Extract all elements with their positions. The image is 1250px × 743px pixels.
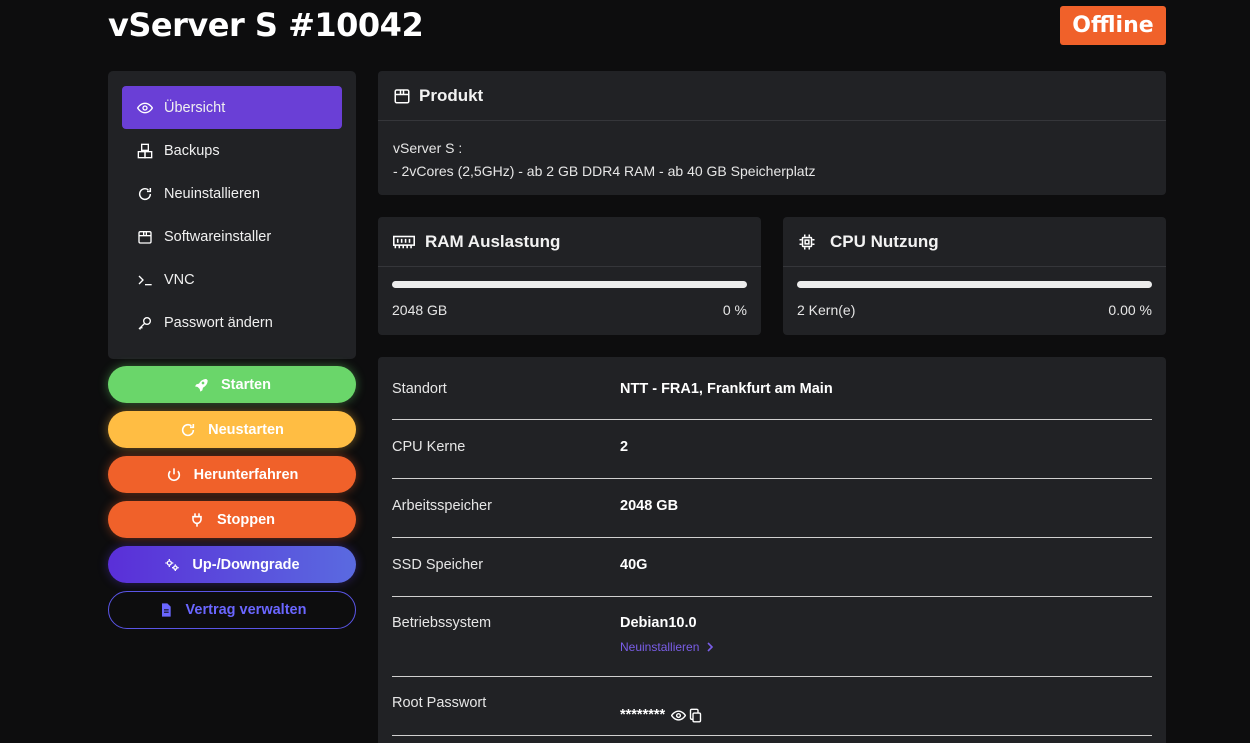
copy-icon[interactable]: [688, 708, 703, 723]
os-reinstall-link[interactable]: Neuinstallieren: [620, 640, 715, 654]
file-icon: [158, 602, 174, 618]
sidebar-item-label: VNC: [164, 271, 195, 288]
cpu-percent: 0.00 %: [1108, 302, 1152, 318]
product-title: Produkt: [419, 85, 484, 105]
sidebar-item-label: Backups: [164, 142, 220, 159]
power-icon: [166, 467, 182, 483]
status-badge: Offline: [1060, 6, 1166, 45]
restart-button[interactable]: Neustarten: [108, 411, 356, 448]
ram-card-header: RAM Auslastung: [378, 217, 761, 267]
ram-progress-bar: [392, 281, 747, 288]
start-button[interactable]: Starten: [108, 366, 356, 403]
chevron-right-icon: [707, 642, 714, 652]
sidebar-item-software[interactable]: Softwareinstaller: [122, 215, 342, 258]
product-card: Produkt vServer S : - 2vCores (2,5GHz) -…: [378, 71, 1166, 195]
shutdown-button[interactable]: Herunterfahren: [108, 456, 356, 493]
eye-icon: [136, 99, 154, 117]
location-label: Standort: [392, 381, 447, 397]
box-icon: [136, 228, 154, 246]
memory-label: Arbeitsspeicher: [392, 498, 492, 514]
table-row: Arbeitsspeicher 2048 GB: [392, 479, 1152, 538]
sidebar-item-overview[interactable]: Übersicht: [122, 86, 342, 129]
ram-title: RAM Auslastung: [425, 231, 561, 251]
root-password-label: Root Passwort: [392, 695, 487, 711]
memory-icon: [393, 232, 419, 252]
refresh-icon: [136, 185, 154, 203]
ssd-value: 40G: [620, 557, 648, 573]
cpu-card: CPU Nutzung 2 Kern(e) 0.00 %: [783, 217, 1166, 335]
cpu-card-header: CPU Nutzung: [783, 217, 1166, 267]
ssd-label: SSD Speicher: [392, 557, 484, 573]
box-icon: [393, 86, 413, 106]
refresh-icon: [180, 422, 196, 438]
cpu-cores: 2 Kern(e): [797, 302, 856, 318]
terminal-icon: [136, 271, 154, 289]
server-info-table: Standort NTT - FRA1, Frankfurt am Main C…: [378, 357, 1166, 743]
cpu-cores-value: 2: [620, 439, 629, 455]
os-value: Debian10.0: [620, 615, 697, 631]
os-label: Betriebssystem: [392, 615, 492, 631]
sidebar-item-reinstall[interactable]: Neuinstallieren: [122, 172, 342, 215]
root-password-value: ********: [620, 707, 666, 723]
cpu-progress-bar: [797, 281, 1152, 288]
cpu-icon: [798, 232, 824, 252]
server-actions: Starten Neustarten Herunterfahren Stoppe…: [108, 366, 356, 637]
upgrade-button[interactable]: Up-/Downgrade: [108, 546, 356, 583]
product-name: vServer S :: [393, 140, 463, 156]
sidebar-item-vnc[interactable]: VNC: [122, 258, 342, 301]
plug-icon: [189, 512, 205, 528]
ram-card: RAM Auslastung 2048 GB 0 %: [378, 217, 761, 335]
gears-icon: [164, 557, 180, 573]
boxes-icon: [136, 142, 154, 160]
sidebar-item-label: Neuinstallieren: [164, 185, 260, 202]
table-row: Root Passwort ********: [392, 677, 1152, 736]
cpu-title: CPU Nutzung: [830, 231, 939, 251]
memory-value: 2048 GB: [620, 498, 679, 514]
sidebar-item-backups[interactable]: Backups: [122, 129, 342, 172]
cpu-cores-label: CPU Kerne: [392, 439, 466, 455]
table-row: CPU Kerne 2: [392, 420, 1152, 479]
sidebar-item-password[interactable]: Passwort ändern: [122, 301, 342, 344]
key-icon: [136, 314, 154, 332]
product-specs: - 2vCores (2,5GHz) - ab 2 GB DDR4 RAM - …: [393, 163, 816, 179]
ram-percent: 0 %: [722, 302, 747, 318]
sidebar: Übersicht Backups Neuinstallieren Softwa…: [108, 71, 356, 359]
manage-contract-button[interactable]: Vertrag verwalten: [108, 591, 356, 629]
sidebar-item-label: Übersicht: [164, 99, 226, 116]
table-row: Standort NTT - FRA1, Frankfurt am Main: [392, 357, 1152, 420]
sidebar-item-label: Softwareinstaller: [164, 228, 272, 245]
location-value: NTT - FRA1, Frankfurt am Main: [620, 381, 833, 397]
table-row: SSD Speicher 40G: [392, 538, 1152, 597]
rocket-icon: [193, 377, 209, 393]
table-row: Betriebssystem Debian10.0 Neuinstalliere…: [392, 597, 1152, 677]
product-card-header: Produkt: [378, 71, 1166, 121]
ram-total: 2048 GB: [392, 302, 448, 318]
stop-button[interactable]: Stoppen: [108, 501, 356, 538]
sidebar-item-label: Passwort ändern: [164, 314, 273, 331]
page-title: vServer S #10042: [108, 6, 424, 44]
show-password-icon[interactable]: [671, 708, 687, 723]
